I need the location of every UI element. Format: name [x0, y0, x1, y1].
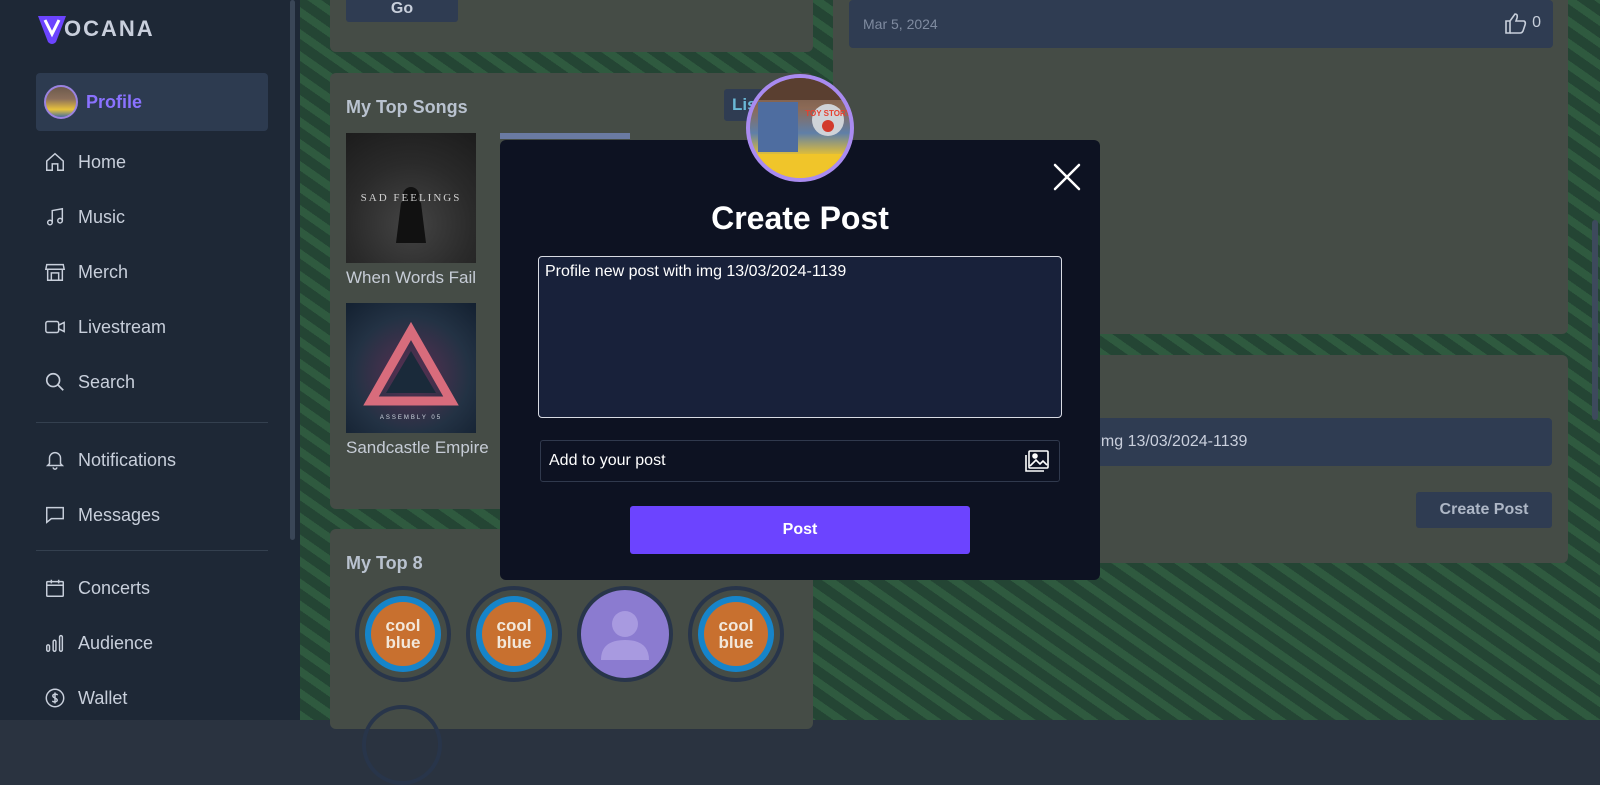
sidebar-item-profile[interactable]: Profile — [36, 73, 268, 131]
add-to-post-field[interactable]: Add to your post — [540, 440, 1060, 482]
top8-title: My Top 8 — [346, 553, 423, 573]
search-icon — [42, 369, 68, 395]
song-art-text: SAD FEELINGS — [361, 192, 462, 204]
page-scrollbar[interactable] — [1592, 220, 1598, 420]
top8-friend-avatar[interactable]: cool blue — [688, 586, 784, 682]
sidebar-item-messages[interactable]: Messages — [36, 492, 268, 538]
sidebar-item-wallet[interactable]: Wallet — [36, 675, 268, 721]
modal-avatar: TOY STORY — [746, 74, 854, 182]
avatar-text: cool — [718, 616, 754, 635]
avatar-text: blue — [385, 633, 421, 652]
like-button[interactable]: 0 — [1504, 12, 1541, 34]
song-art-text: ASSEMBLY 05 — [380, 415, 442, 421]
image-upload-icon[interactable] — [1025, 450, 1049, 477]
sidebar-item-concerts[interactable]: Concerts — [36, 565, 268, 611]
sidebar-item-music[interactable]: Music — [36, 194, 268, 240]
sidebar: OCANA Profile Home Music Merch Livestrea… — [0, 0, 300, 720]
sidebar-item-label: Concerts — [78, 577, 151, 598]
bar-chart-icon — [42, 630, 68, 656]
sidebar-item-search[interactable]: Search — [36, 359, 268, 405]
create-post-button[interactable]: Create Post — [1416, 492, 1552, 528]
sidebar-item-label: Messages — [78, 504, 161, 525]
sidebar-item-home[interactable]: Home — [36, 139, 268, 185]
song-title[interactable]: When Words Fail — [346, 264, 476, 292]
top8-friend-avatar[interactable]: cool blue — [355, 586, 451, 682]
close-icon[interactable] — [1052, 162, 1082, 192]
chat-icon — [42, 502, 68, 528]
sidebar-item-label: Profile — [86, 91, 143, 112]
top-songs-title: My Top Songs — [346, 97, 468, 117]
sidebar-item-livestream[interactable]: Livestream — [36, 304, 268, 350]
sidebar-divider — [36, 550, 268, 551]
sidebar-item-label: Music — [78, 206, 126, 227]
sidebar-item-label: Audience — [78, 632, 154, 653]
avatar-text: TOY STORY — [805, 109, 850, 118]
sidebar-item-label: Merch — [78, 261, 129, 282]
add-to-post-label: Add to your post — [549, 452, 666, 469]
post-date: Mar 5, 2024 — [863, 16, 938, 32]
top8-friend-avatar[interactable] — [362, 705, 442, 785]
sidebar-item-merch[interactable]: Merch — [36, 249, 268, 295]
top8-friend-avatar[interactable]: cool blue — [466, 586, 562, 682]
music-note-icon — [42, 204, 68, 230]
video-camera-icon — [42, 314, 68, 340]
avatar-text: cool — [496, 616, 532, 635]
song-title[interactable]: Sandcastle Empire — [346, 434, 496, 462]
sidebar-item-label: Home — [78, 151, 127, 172]
dollar-icon — [42, 685, 68, 711]
sidebar-item-audience[interactable]: Audience — [36, 620, 268, 666]
logo-text: OCANA — [64, 16, 155, 41]
sidebar-scrollbar[interactable] — [290, 0, 295, 540]
song-art[interactable] — [500, 133, 630, 139]
avatar-text: blue — [496, 633, 532, 652]
bell-icon — [42, 447, 68, 473]
go-button[interactable]: Go — [346, 0, 458, 22]
song-art[interactable]: SAD FEELINGS — [346, 133, 476, 263]
thumbs-up-icon — [1505, 13, 1527, 34]
top8-friend-avatar[interactable] — [577, 586, 673, 682]
store-icon — [42, 259, 68, 285]
profile-avatar — [44, 85, 78, 119]
sidebar-item-label: Livestream — [78, 316, 167, 337]
post-item[interactable]: Mar 5, 2024 0 — [849, 0, 1553, 48]
like-count: 0 — [1532, 14, 1541, 31]
avatar-text: blue — [718, 633, 754, 652]
post-button[interactable]: Post — [630, 506, 970, 554]
sidebar-item-label: Search — [78, 371, 136, 392]
calendar-icon — [42, 575, 68, 601]
song-art[interactable]: ASSEMBLY 05 — [346, 303, 476, 433]
post-text-area[interactable]: Profile new post with img 13/03/2024-113… — [538, 256, 1062, 418]
home-icon — [42, 149, 68, 175]
avatar-text: cool — [385, 616, 421, 635]
sidebar-item-label: Notifications — [78, 449, 177, 470]
app-logo[interactable]: OCANA — [36, 14, 155, 44]
sidebar-item-label: Wallet — [78, 687, 128, 708]
post-input[interactable]: n img 13/03/2024-1139 — [1060, 418, 1552, 466]
sidebar-divider — [36, 422, 268, 423]
modal-title: Create Post — [711, 200, 889, 236]
sidebar-item-notifications[interactable]: Notifications — [36, 437, 268, 483]
default-user-icon — [601, 611, 649, 660]
